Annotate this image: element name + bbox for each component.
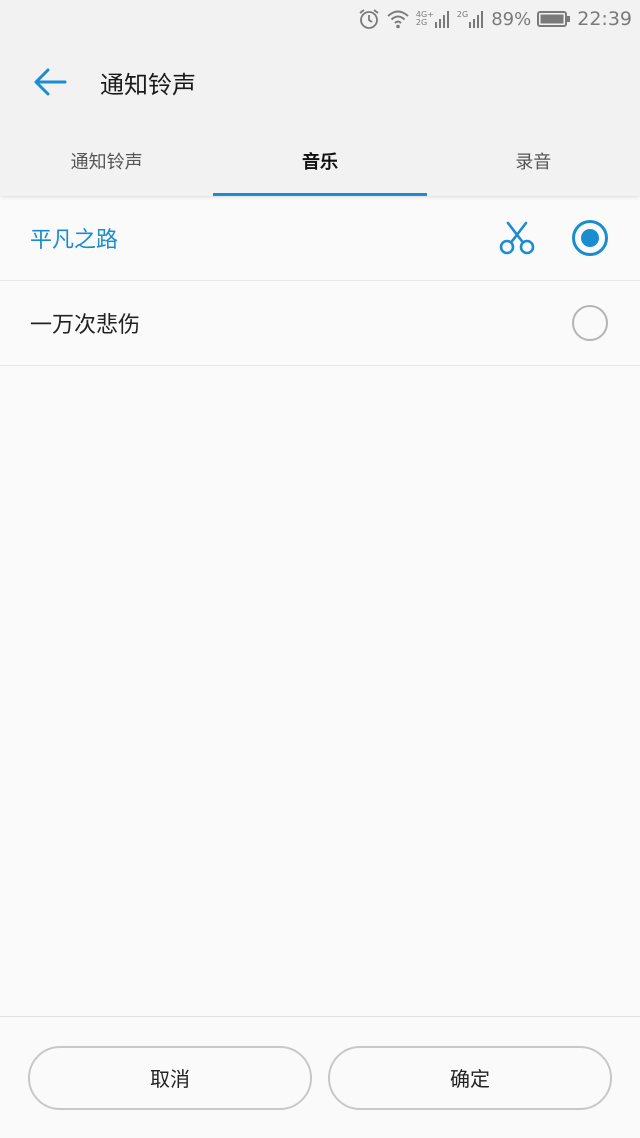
tab-notification-ringtone[interactable]: 通知铃声 bbox=[0, 126, 213, 196]
screen: 4G+ 2G 2G 89% 22:39 通知铃声 通知铃声 音乐 录音 平凡之路… bbox=[0, 0, 640, 1138]
battery-percent: 89% bbox=[491, 8, 532, 30]
page-title: 通知铃声 bbox=[100, 70, 196, 99]
app-bar: 通知铃声 bbox=[0, 38, 640, 126]
radio-button[interactable] bbox=[572, 305, 608, 341]
cancel-button[interactable]: 取消 bbox=[28, 1045, 312, 1110]
alarm-icon bbox=[358, 8, 380, 30]
scissors-icon[interactable] bbox=[498, 219, 536, 257]
tab-bar: 通知铃声 音乐 录音 bbox=[0, 126, 640, 196]
song-title: 平凡之路 bbox=[30, 228, 119, 253]
radio-button-selected[interactable] bbox=[572, 220, 608, 256]
tab-recording[interactable]: 录音 bbox=[427, 126, 640, 196]
footer: 取消 确定 bbox=[0, 1016, 640, 1138]
arrow-left-icon bbox=[34, 68, 67, 96]
header: 4G+ 2G 2G 89% 22:39 通知铃声 通知铃声 音乐 录音 bbox=[0, 0, 640, 196]
signal-group-2: 2G bbox=[457, 10, 485, 28]
status-bar: 4G+ 2G 2G 89% 22:39 bbox=[0, 0, 640, 38]
list-item[interactable]: 一万次悲伤 bbox=[0, 281, 640, 366]
signal-icon bbox=[469, 11, 484, 28]
song-list: 平凡之路 一万次悲伤 bbox=[0, 196, 640, 366]
wifi-icon bbox=[386, 9, 410, 29]
signal-icon bbox=[434, 11, 449, 28]
network-type-label: 2G bbox=[415, 18, 428, 27]
clock: 22:39 bbox=[577, 8, 632, 30]
tab-music[interactable]: 音乐 bbox=[213, 126, 427, 196]
list-item[interactable]: 平凡之路 bbox=[0, 196, 640, 281]
back-button[interactable] bbox=[20, 52, 80, 112]
song-title: 一万次悲伤 bbox=[30, 313, 141, 338]
signal-group-1: 4G+ 2G bbox=[416, 10, 451, 28]
confirm-button[interactable]: 确定 bbox=[328, 1045, 612, 1110]
battery-icon bbox=[537, 10, 571, 28]
